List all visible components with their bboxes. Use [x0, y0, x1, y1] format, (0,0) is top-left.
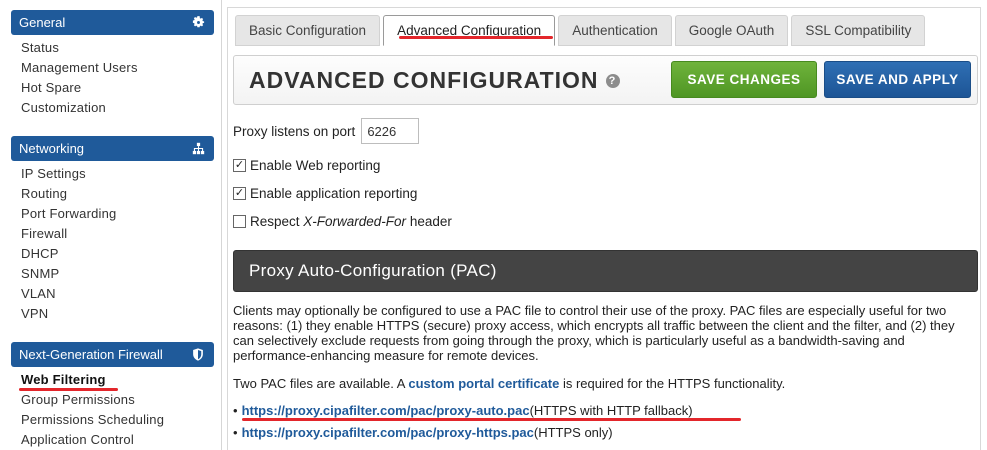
- sidebar-item-status[interactable]: Status: [21, 38, 214, 58]
- sidebar-group-title: Networking: [19, 141, 85, 156]
- proxy-port-row: Proxy listens on port: [233, 118, 420, 144]
- pac-availability-suffix: is required for the HTTPS functionality.: [559, 376, 786, 391]
- sidebar-item-firewall[interactable]: Firewall: [21, 224, 214, 244]
- gear-icon: [191, 16, 205, 30]
- sidebar-group-networking: Networking IP Settings Routing Port Forw…: [11, 136, 214, 324]
- bullet: •: [233, 425, 238, 440]
- pac-https-note: (HTTPS only): [533, 425, 613, 440]
- tab-advanced-configuration[interactable]: Advanced Configuration: [383, 15, 556, 46]
- pac-section-header: Proxy Auto-Configuration (PAC): [233, 250, 978, 292]
- pac-auto-note: (HTTPS with HTTP fallback): [529, 403, 693, 418]
- sidebar-item-group-permissions[interactable]: Group Permissions: [21, 390, 214, 410]
- proxy-port-input[interactable]: [361, 118, 420, 144]
- web-reporting-label: Enable Web reporting: [250, 158, 381, 173]
- respect-xff-label: Respect X-Forwarded-For header: [250, 214, 452, 229]
- web-reporting-checkbox[interactable]: ✓: [233, 159, 246, 172]
- app-reporting-label: Enable application reporting: [250, 186, 418, 201]
- help-icon[interactable]: ?: [605, 73, 620, 88]
- web-reporting-row: ✓ Enable Web reporting: [233, 158, 380, 173]
- sidebar-item-hot-spare[interactable]: Hot Spare: [21, 78, 214, 98]
- sidebar-group-title: General: [19, 15, 66, 30]
- pac-file-item: • https://proxy.cipafilter.com/pac/proxy…: [233, 425, 613, 440]
- page-header: ADVANCED CONFIGURATION ? SAVE CHANGES SA…: [233, 55, 978, 105]
- annotation-underline-pac-auto: [242, 418, 741, 421]
- sidebar-item-vpn[interactable]: VPN: [21, 304, 214, 324]
- pac-availability-prefix: Two PAC files are available. A: [233, 376, 409, 391]
- bullet: •: [233, 403, 238, 418]
- pac-description: Clients may optionally be configured to …: [233, 303, 955, 363]
- sidebar-item-application-control[interactable]: Application Control: [21, 430, 214, 450]
- save-and-apply-button[interactable]: SAVE AND APPLY: [824, 61, 971, 98]
- custom-portal-certificate-link[interactable]: custom portal certificate: [408, 376, 559, 391]
- shield-icon: [191, 348, 205, 362]
- sidebar-item-snmp[interactable]: SNMP: [21, 264, 214, 284]
- tab-basic-configuration[interactable]: Basic Configuration: [235, 15, 381, 46]
- sidebar-item-vlan[interactable]: VLAN: [21, 284, 214, 304]
- tab-authentication[interactable]: Authentication: [558, 15, 672, 46]
- respect-xff-header-name: X-Forwarded-For: [303, 214, 407, 229]
- pac-https-link[interactable]: https://proxy.cipafilter.com/pac/proxy-h…: [242, 425, 534, 440]
- tab-bar: Basic Configuration Advanced Configurati…: [235, 15, 926, 46]
- network-icon: [191, 142, 205, 156]
- respect-xff-checkbox[interactable]: [233, 215, 246, 228]
- sidebar-item-port-forwarding[interactable]: Port Forwarding: [21, 204, 214, 224]
- sidebar-group-header-networking[interactable]: Networking: [11, 136, 214, 161]
- respect-xff-suffix: header: [406, 214, 452, 229]
- sidebar-item-web-filtering[interactable]: Web Filtering: [21, 370, 106, 390]
- sidebar-group-general: General Status Management Users Hot Spar…: [11, 10, 214, 118]
- pac-auto-link[interactable]: https://proxy.cipafilter.com/pac/proxy-a…: [242, 403, 530, 418]
- sidebar-item-permissions-scheduling[interactable]: Permissions Scheduling: [21, 410, 214, 430]
- pac-availability-text: Two PAC files are available. A custom po…: [233, 376, 785, 391]
- sidebar: General Status Management Users Hot Spar…: [0, 0, 222, 450]
- annotation-underline-advanced-tab: [399, 36, 553, 39]
- respect-xff-row: Respect X-Forwarded-For header: [233, 214, 452, 229]
- pac-file-item: • https://proxy.cipafilter.com/pac/proxy…: [233, 403, 693, 418]
- sidebar-item-ip-settings[interactable]: IP Settings: [21, 164, 214, 184]
- tab-google-oauth[interactable]: Google OAuth: [674, 15, 789, 46]
- respect-xff-prefix: Respect: [250, 214, 304, 229]
- app-reporting-checkbox[interactable]: ✓: [233, 187, 246, 200]
- sidebar-item-management-users[interactable]: Management Users: [21, 58, 214, 78]
- sidebar-item-routing[interactable]: Routing: [21, 184, 214, 204]
- save-changes-button[interactable]: SAVE CHANGES: [671, 61, 817, 98]
- annotation-underline-web-filtering: [19, 388, 118, 391]
- sidebar-group-header-ngfw[interactable]: Next-Generation Firewall: [11, 342, 214, 367]
- sidebar-group-title: Next-Generation Firewall: [19, 347, 163, 362]
- page-title-text: ADVANCED CONFIGURATION: [249, 67, 599, 93]
- proxy-port-label: Proxy listens on port: [233, 123, 356, 139]
- sidebar-group-header-general[interactable]: General: [11, 10, 214, 35]
- sidebar-item-customization[interactable]: Customization: [21, 98, 214, 118]
- page-title: ADVANCED CONFIGURATION ?: [249, 67, 620, 94]
- sidebar-group-ngfw: Next-Generation Firewall Web Filtering G…: [11, 342, 214, 450]
- tab-ssl-compatibility[interactable]: SSL Compatibility: [791, 15, 926, 46]
- app-reporting-row: ✓ Enable application reporting: [233, 186, 417, 201]
- main-panel: Basic Configuration Advanced Configurati…: [227, 7, 981, 450]
- sidebar-item-dhcp[interactable]: DHCP: [21, 244, 214, 264]
